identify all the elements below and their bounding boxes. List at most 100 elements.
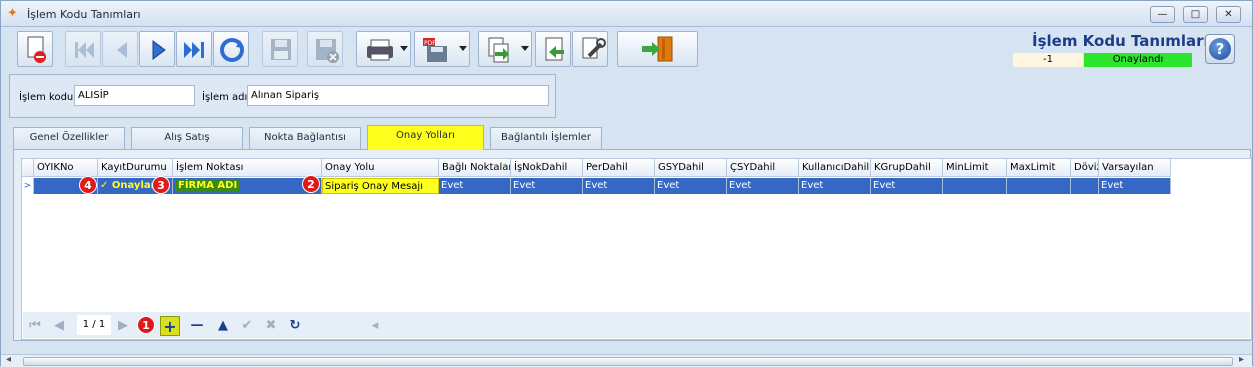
- form-panel: İşlem kodu ALISİP İşlem adı Alınan Sipar…: [9, 74, 556, 118]
- table-cell[interactable]: [1071, 178, 1099, 194]
- table-cell[interactable]: Evet: [511, 178, 583, 194]
- exit-icon: [642, 36, 673, 62]
- tab-general[interactable]: Genel Özellikler: [13, 127, 125, 149]
- page-title: İşlem Kodu Tanımları: [1032, 32, 1209, 50]
- nav-refresh-button[interactable]: ↻: [285, 316, 305, 336]
- row-indicator[interactable]: >: [22, 178, 34, 194]
- first-record-button[interactable]: [65, 31, 101, 67]
- svg-text:PDF: PDF: [424, 40, 436, 47]
- table-cell[interactable]: Evet: [727, 178, 799, 194]
- window-title: İşlem Kodu Tanımları: [27, 8, 141, 21]
- table-cell[interactable]: Evet: [655, 178, 727, 194]
- record-id-field: -1: [1013, 53, 1083, 67]
- print-button[interactable]: [356, 31, 411, 67]
- print-dropdown-arrow-icon[interactable]: [400, 46, 408, 51]
- export-button[interactable]: [478, 31, 532, 67]
- save-icon: [271, 39, 291, 60]
- tab-approval-paths[interactable]: Onay Yolları: [367, 125, 484, 150]
- next-record-button[interactable]: [139, 31, 175, 67]
- table-cell[interactable]: Evet: [1099, 178, 1171, 194]
- nav-cancel-button[interactable]: ✖: [261, 316, 281, 336]
- tab-purchase-sales[interactable]: Alış Satış: [131, 127, 243, 149]
- pdf-dropdown-arrow-icon[interactable]: [459, 46, 467, 51]
- butterfly-app-icon: ✦: [7, 6, 18, 21]
- help-button[interactable]: ?: [1205, 34, 1235, 64]
- print-icon: [367, 39, 393, 61]
- first-record-icon: [75, 42, 94, 58]
- grid-navigator: ⏮ ◀ 1 / 1 ▶ 1 + — ▲ ✔ ✖ ↻ ◂: [23, 312, 1250, 338]
- code-input[interactable]: ALISİP: [74, 85, 195, 106]
- previous-record-icon: [117, 42, 127, 58]
- import-icon: [545, 37, 564, 61]
- export-dropdown-arrow-icon[interactable]: [521, 46, 529, 51]
- previous-record-button[interactable]: [102, 31, 138, 67]
- column-header[interactable]: MaxLimit: [1007, 159, 1071, 177]
- column-header[interactable]: Döviz: [1071, 159, 1099, 177]
- nav-first-button[interactable]: ⏮: [25, 316, 45, 336]
- step-badge-1: 1: [137, 316, 155, 334]
- horizontal-scrollbar[interactable]: ◂ ▸: [1, 354, 1252, 367]
- nav-accept-button[interactable]: ✔: [237, 316, 257, 336]
- column-header[interactable]: KayıtDurumu: [98, 159, 173, 177]
- column-header[interactable]: KullanıcıDahil: [799, 159, 871, 177]
- table-cell-point[interactable]: FİRMA ADI: [175, 180, 241, 191]
- table-cell[interactable]: Evet: [871, 178, 943, 194]
- name-input[interactable]: Alınan Sipariş: [247, 85, 549, 106]
- column-header[interactable]: İşlem Noktası: [173, 159, 322, 177]
- tab-point-connection[interactable]: Nokta Bağlantısı: [249, 127, 361, 149]
- nav-prev-button[interactable]: ◀: [49, 316, 69, 336]
- column-header[interactable]: MinLimit: [943, 159, 1007, 177]
- save-button[interactable]: [262, 31, 298, 67]
- column-header[interactable]: Varsayılan: [1099, 159, 1171, 177]
- scroll-thumb[interactable]: [23, 357, 1233, 366]
- tab-bar: Genel Özellikler Alış Satış Nokta Bağlan…: [13, 125, 1253, 150]
- next-record-icon: [152, 40, 166, 60]
- code-label: İşlem kodu: [19, 92, 74, 103]
- refresh-button[interactable]: [213, 31, 249, 67]
- column-header[interactable]: ÇSYDahil: [727, 159, 799, 177]
- minimize-button[interactable]: —: [1150, 6, 1175, 23]
- nav-next-button[interactable]: ▶: [113, 316, 133, 336]
- table-cell[interactable]: Evet: [583, 178, 655, 194]
- grid-panel: OYIKNo KayıtDurumu İşlem Noktası Onay Yo…: [13, 149, 1252, 341]
- export-icon: [488, 37, 509, 63]
- step-badge-4: 4: [79, 176, 97, 194]
- exit-button[interactable]: [617, 31, 698, 67]
- table-cell[interactable]: [943, 178, 1007, 194]
- tab-related-operations[interactable]: Bağlantılı İşlemler: [490, 127, 602, 149]
- settings-button[interactable]: [572, 31, 608, 67]
- status-badge: Onaylandı: [1084, 53, 1192, 67]
- table-cell[interactable]: Evet: [799, 178, 871, 194]
- scroll-right-icon[interactable]: ▸: [1239, 354, 1244, 365]
- column-header[interactable]: İşNokDahil: [511, 159, 583, 177]
- cancel-save-button[interactable]: [307, 31, 343, 67]
- table-cell-approval-path[interactable]: Sipariş Onay Mesajı: [322, 178, 439, 194]
- pdf-export-icon: PDF: [423, 38, 447, 62]
- approval-grid: OYIKNo KayıtDurumu İşlem Noktası Onay Yo…: [21, 158, 1252, 340]
- cancel-save-icon: [316, 39, 339, 63]
- last-record-button[interactable]: [176, 31, 212, 67]
- scroll-left-icon[interactable]: ◂: [6, 354, 11, 365]
- last-record-icon: [184, 42, 204, 58]
- step-badge-3: 3: [152, 176, 170, 194]
- refresh-icon: [220, 38, 244, 62]
- nav-add-button[interactable]: +: [160, 316, 180, 336]
- title-bar: ✦ İşlem Kodu Tanımları — □ ✕: [1, 1, 1252, 27]
- column-header[interactable]: KGrupDahil: [871, 159, 943, 177]
- column-header[interactable]: GSYDahil: [655, 159, 727, 177]
- maximize-button[interactable]: □: [1183, 6, 1208, 23]
- grid-scroll-left-button[interactable]: ◂: [365, 316, 385, 336]
- column-header[interactable]: Bağlı Noktalar: [439, 159, 511, 177]
- pdf-export-button[interactable]: PDF: [414, 31, 470, 67]
- nav-remove-button[interactable]: —: [187, 316, 207, 336]
- import-button[interactable]: [535, 31, 571, 67]
- column-header[interactable]: PerDahil: [583, 159, 655, 177]
- close-button[interactable]: ✕: [1216, 6, 1241, 23]
- table-cell[interactable]: Evet: [439, 178, 511, 194]
- table-cell[interactable]: [1007, 178, 1071, 194]
- column-header[interactable]: Onay Yolu: [322, 159, 439, 177]
- column-header[interactable]: OYIKNo: [34, 159, 98, 177]
- nav-up-button[interactable]: ▲: [213, 316, 233, 336]
- grid-corner: [22, 159, 34, 177]
- new-record-button[interactable]: [17, 31, 53, 67]
